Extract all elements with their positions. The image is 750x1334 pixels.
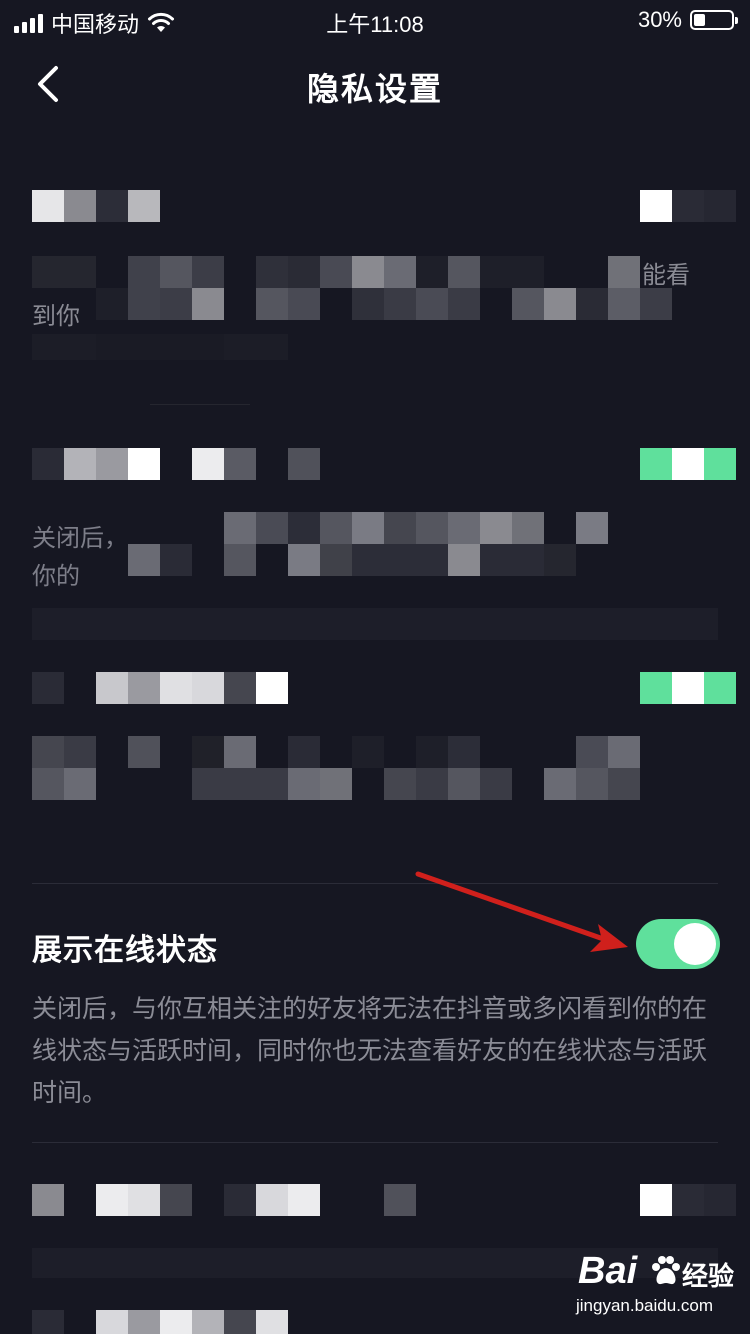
watermark-url: jingyan.baidu.com — [576, 1296, 714, 1315]
section1-desc-fragment-left: 到你 — [32, 303, 80, 330]
divider-1 — [150, 404, 250, 405]
divider-2 — [32, 608, 718, 640]
online-status-description: 关闭后，与你互相关注的好友将无法在抖音或多闪看到你的在线状态与活跃时间，同时你也… — [32, 995, 708, 1107]
page-title: 隐私设置 — [306, 71, 443, 107]
section2-desc-blurred-row1 — [224, 512, 608, 544]
section3-toggle-blurred[interactable] — [640, 672, 736, 704]
watermark-brand-suffix: 经验 — [682, 1261, 735, 1291]
section2-toggle-blurred[interactable] — [640, 448, 736, 480]
section1-desc-blurred-row1 — [32, 256, 640, 288]
section3-desc-blurred-row2 — [32, 768, 672, 800]
section5-value-blurred[interactable] — [640, 1184, 736, 1216]
online-status-toggle[interactable] — [636, 919, 720, 969]
divider-4 — [32, 1142, 718, 1143]
online-status-title: 展示在线状态 — [32, 934, 218, 967]
section2-desc-fragment-2: 你的 — [32, 563, 80, 590]
section2-desc-fragment-1: 关闭后， — [32, 525, 128, 552]
section2-title-blurred — [32, 448, 320, 480]
section1-value-blurred[interactable] — [640, 190, 736, 222]
section3-title-blurred — [32, 672, 288, 704]
section1-desc-blurred-row3 — [32, 334, 288, 360]
section1-title-blurred — [32, 190, 160, 222]
battery-icon — [690, 10, 738, 30]
paw-icon — [652, 1256, 680, 1285]
section5-title-blurred — [32, 1184, 416, 1216]
battery-percent: 30% — [637, 7, 682, 32]
section2-desc-blurred-row2 — [128, 544, 576, 576]
watermark-brand: Bai — [578, 1250, 638, 1292]
section1-desc-fragment-right: 能看 — [642, 262, 690, 289]
section3-desc-blurred-row1 — [32, 736, 640, 768]
section1-desc-blurred-row2 — [96, 288, 672, 320]
divider-3 — [32, 883, 718, 884]
nav-bar: 隐私设置 — [0, 40, 750, 130]
toggle-knob — [674, 923, 716, 965]
status-bar: 中国移动 上午11:08 30% — [0, 0, 750, 40]
status-bar-right: 30% — [637, 7, 738, 33]
baidu-jingyan-watermark: Bai 经验 jingyan.baidu.com — [560, 1248, 740, 1328]
section6-title-blurred — [32, 1310, 288, 1334]
